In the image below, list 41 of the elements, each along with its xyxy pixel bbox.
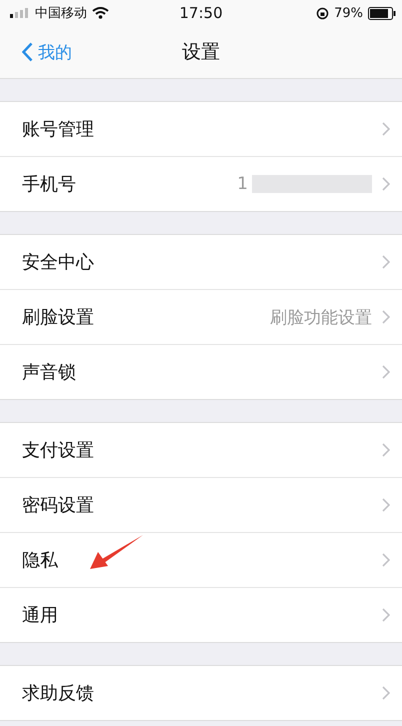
settings-row[interactable]: 刷脸设置 刷脸功能设置: [0, 290, 402, 345]
battery-percent: 79%: [334, 6, 363, 20]
page-title: 设置: [182, 40, 220, 65]
chevron-icon: [382, 443, 390, 457]
settings-row[interactable]: 密码设置: [0, 478, 402, 533]
settings-row[interactable]: 求助反馈: [0, 666, 402, 720]
chevron-icon: [382, 608, 390, 622]
chevron-icon: [382, 255, 390, 269]
settings-row[interactable]: 通用: [0, 588, 402, 642]
row-label: 安全中心: [22, 251, 94, 274]
row-label: 账号管理: [22, 118, 94, 141]
settings-row[interactable]: 账号管理: [0, 102, 402, 157]
chevron-icon: [382, 310, 390, 324]
chevron-icon: [382, 122, 390, 136]
chevron-icon: [382, 686, 390, 700]
row-label: 支付设置: [22, 439, 94, 462]
settings-row[interactable]: 手机号 1: [0, 157, 402, 211]
settings-row[interactable]: 隐私: [0, 533, 402, 588]
battery-icon: [368, 6, 396, 20]
chevron-icon: [382, 553, 390, 567]
settings-row[interactable]: 支付设置: [0, 423, 402, 478]
row-label: 隐私: [22, 549, 58, 572]
row-label: 密码设置: [22, 494, 94, 517]
settings-row[interactable]: 安全中心: [0, 235, 402, 290]
chevron-icon: [382, 177, 390, 191]
row-label: 通用: [22, 604, 58, 627]
signal-icon: [10, 8, 30, 18]
row-value: 刷脸功能设置: [270, 306, 372, 328]
carrier-name: 中国移动: [35, 5, 87, 22]
chevron-icon: [382, 498, 390, 512]
wifi-icon: [92, 7, 109, 19]
row-label: 刷脸设置: [22, 306, 94, 329]
row-label: 声音锁: [22, 361, 76, 384]
row-label: 求助反馈: [22, 682, 94, 705]
row-value: 1: [237, 174, 248, 194]
row-label: 手机号: [22, 173, 76, 196]
settings-row[interactable]: 声音锁: [0, 345, 402, 399]
status-time: 17:50: [179, 4, 223, 22]
chevron-icon: [382, 365, 390, 379]
back-chevron-icon: [22, 42, 33, 62]
rotation-lock-icon: [316, 6, 330, 20]
